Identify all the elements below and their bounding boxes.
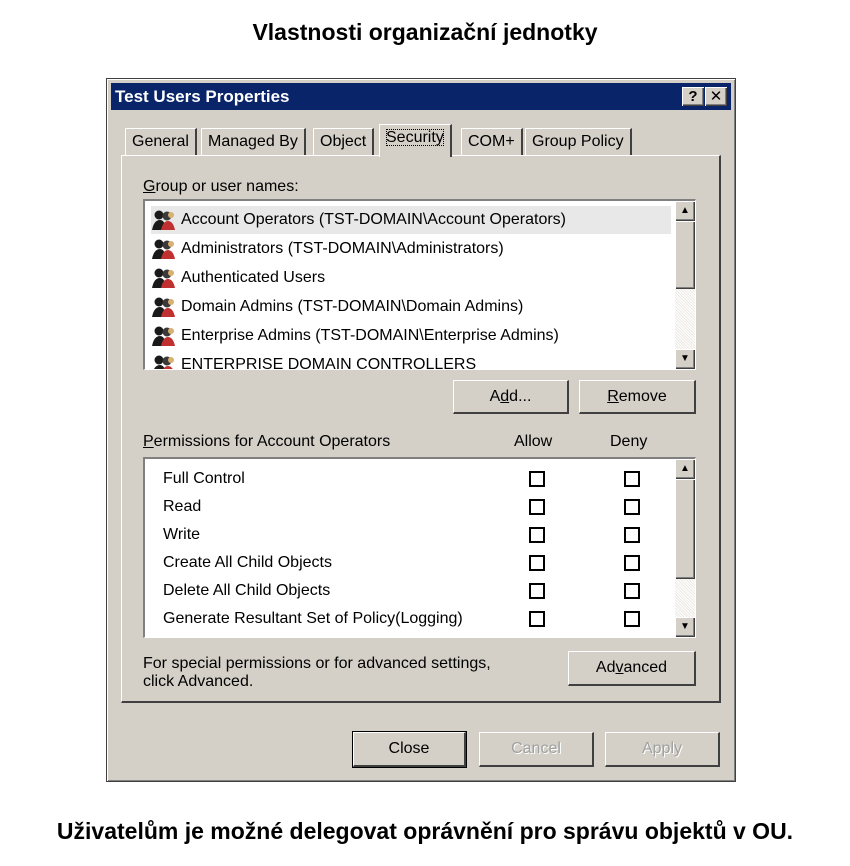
deny-checkbox-delete-child[interactable] (624, 583, 640, 599)
tab-label: General (132, 133, 189, 150)
deny-column-header: Deny (610, 433, 648, 450)
tab-managed-by[interactable]: Managed By (201, 128, 306, 156)
btn-text: emove (618, 388, 667, 405)
tab-label: COM+ (468, 133, 515, 150)
group-icon (152, 326, 175, 346)
close-button[interactable]: Close (352, 731, 467, 768)
tab-security[interactable]: Security (379, 124, 452, 157)
close-window-button[interactable]: ✕ (705, 87, 727, 106)
cancel-button[interactable]: Cancel (479, 732, 594, 767)
tab-object[interactable]: Object (313, 128, 375, 156)
deny-checkbox-create-child[interactable] (624, 555, 640, 571)
allow-checkbox-delete-child[interactable] (529, 583, 545, 599)
scroll-thumb[interactable] (675, 221, 695, 289)
user-list-item[interactable]: Authenticated Users (151, 264, 671, 292)
permissions-scrollbar[interactable]: ▲ ▼ (675, 459, 695, 637)
deny-checkbox-read[interactable] (624, 499, 640, 515)
group-or-user-names-label: Group or user names: (143, 178, 299, 196)
permission-name: Create All Child Objects (163, 554, 332, 571)
user-list-item[interactable]: ENTERPRISE DOMAIN CONTROLLERS (151, 351, 671, 370)
permission-name: Full Control (163, 470, 245, 487)
hint-line: click Advanced. (143, 673, 254, 690)
group-icon (152, 210, 175, 230)
label-text: roup or user names: (155, 178, 299, 195)
tab-label: Managed By (208, 133, 298, 150)
group-icon (153, 355, 174, 369)
tab-label: Object (320, 133, 367, 150)
permission-name: Write (163, 526, 201, 543)
mnemonic: d (500, 388, 510, 405)
allow-column-header: Allow (514, 433, 553, 450)
apply-button[interactable]: Apply (605, 732, 720, 767)
tab-com-plus[interactable]: COM+ (461, 128, 523, 156)
add-button[interactable]: Add... (453, 380, 569, 414)
group-icon (152, 268, 175, 288)
group-icon (152, 297, 175, 317)
deny-checkbox-write[interactable] (624, 527, 640, 543)
btn-text: A (489, 388, 501, 405)
user-name: Administrators (TST-DOMAIN\Administrator… (181, 240, 504, 257)
allow-checkbox-full-control[interactable] (529, 471, 545, 487)
dialog-title: Test Users Properties (115, 87, 290, 106)
hint-line: For special permissions or for advanced … (143, 655, 491, 672)
mnemonic: R (607, 388, 619, 405)
help-button[interactable]: ? (682, 87, 704, 106)
deny-checkbox-full-control[interactable] (624, 471, 640, 487)
allow-checkbox-read[interactable] (529, 499, 545, 515)
user-name: Domain Admins (TST-DOMAIN\Domain Admins) (181, 298, 524, 315)
permission-name: Generate Resultant Set of Policy(Logging… (163, 610, 463, 627)
user-name: Authenticated Users (181, 269, 326, 286)
btn-text: Ad (595, 659, 616, 676)
user-list-item[interactable]: Domain Admins (TST-DOMAIN\Domain Admins) (151, 293, 671, 321)
btn-text: d... (509, 388, 532, 405)
permission-name: Read (163, 498, 202, 515)
scroll-down-icon[interactable]: ▼ (675, 349, 695, 369)
scroll-up-icon[interactable]: ▲ (675, 201, 695, 221)
allow-checkbox-write[interactable] (529, 527, 545, 543)
tab-general[interactable]: General (125, 128, 197, 156)
btn-text: anced (623, 659, 668, 676)
tab-group-policy[interactable]: Group Policy (525, 128, 632, 156)
permissions-listbox[interactable]: Full Control Read Write Create All Child… (143, 457, 696, 638)
mnemonic: G (143, 178, 156, 195)
scroll-down-icon[interactable]: ▼ (675, 617, 695, 637)
user-list-item[interactable]: Enterprise Admins (TST-DOMAIN\Enterprise… (151, 322, 671, 350)
tab-label: Group Policy (532, 133, 624, 150)
dialog-titlebar[interactable]: Test Users Properties ? ✕ (111, 83, 731, 110)
remove-button[interactable]: Remove (579, 380, 696, 414)
user-name: Account Operators (TST-DOMAIN\Account Op… (181, 211, 567, 228)
advanced-hint: For special permissions or for advanced … (143, 655, 491, 691)
user-list-item[interactable]: Account Operators (TST-DOMAIN\Account Op… (151, 206, 671, 234)
tab-label: Security (386, 129, 444, 146)
label-text: ermissions for Account Operators (153, 433, 391, 450)
users-scrollbar[interactable]: ▲ ▼ (675, 201, 695, 369)
permissions-label: Permissions for Account Operators (143, 433, 390, 451)
permission-name: Delete All Child Objects (163, 582, 331, 599)
user-list-item[interactable]: Administrators (TST-DOMAIN\Administrator… (151, 235, 671, 263)
deny-checkbox-rsop-logging[interactable] (624, 611, 640, 627)
mnemonic: P (143, 433, 154, 450)
allow-checkbox-rsop-logging[interactable] (529, 611, 545, 627)
slide-caption: Uživatelům je možné delegovat oprávnění … (56, 818, 794, 844)
slide-title: Vlastnosti organizační jednotky (252, 19, 598, 45)
scroll-up-icon[interactable]: ▲ (675, 459, 695, 479)
user-name: Enterprise Admins (TST-DOMAIN\Enterprise… (181, 327, 559, 344)
user-name: ENTERPRISE DOMAIN CONTROLLERS (181, 356, 477, 370)
group-icon (152, 239, 175, 259)
scroll-thumb[interactable] (675, 479, 695, 579)
advanced-button[interactable]: Advanced (568, 651, 696, 686)
allow-checkbox-create-child[interactable] (529, 555, 545, 571)
users-listbox[interactable]: Account Operators (TST-DOMAIN\Account Op… (143, 199, 696, 370)
